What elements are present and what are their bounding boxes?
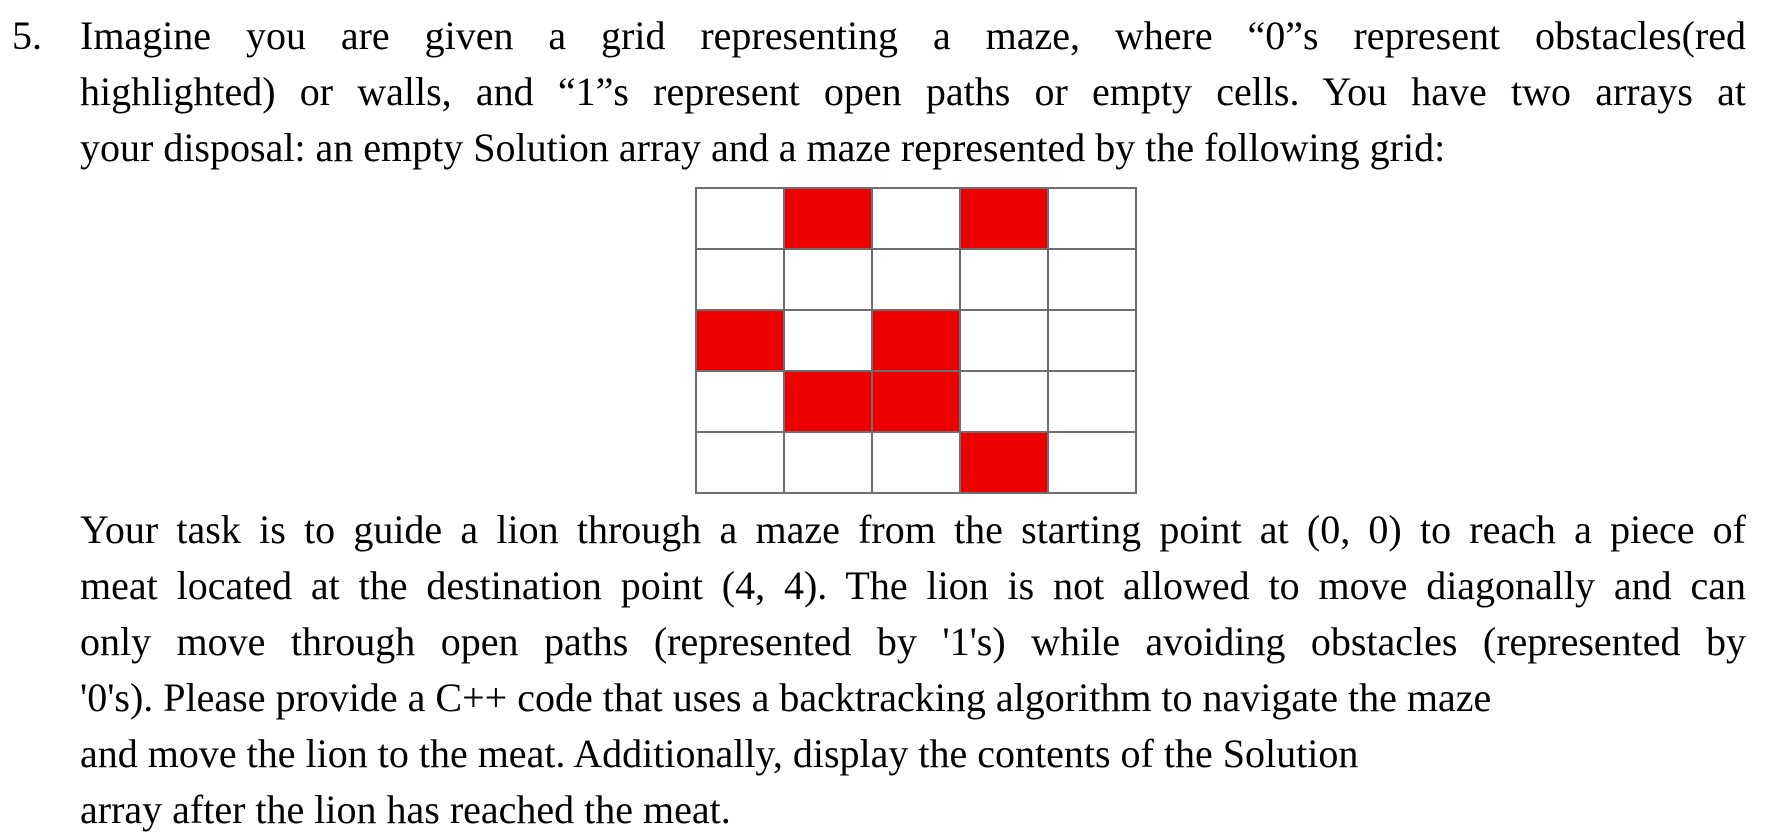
maze-wall-cell bbox=[871, 370, 961, 433]
maze-wall-cell bbox=[959, 431, 1049, 494]
maze-open-cell bbox=[783, 309, 873, 372]
maze-open-cell bbox=[1047, 431, 1137, 494]
task-line: '0's). Please provide a C++ code that us… bbox=[80, 675, 1492, 720]
maze-row bbox=[695, 309, 1137, 372]
question-5: 5. Imagine you are given a grid represen… bbox=[0, 0, 1774, 838]
intro-line: your disposal: an empty Solution array a… bbox=[80, 125, 1446, 170]
task-line: Your task is to guide a lion through a m… bbox=[80, 507, 1746, 552]
maze-wall-cell bbox=[695, 309, 785, 372]
maze-row bbox=[695, 370, 1137, 433]
task-line: array after the lion has reached the mea… bbox=[80, 787, 731, 832]
maze-wall-cell bbox=[783, 187, 873, 250]
maze-open-cell bbox=[695, 187, 785, 250]
maze-open-cell bbox=[783, 248, 873, 311]
intro-line: highlighted) or walls, and “1”s represen… bbox=[80, 69, 1746, 114]
maze-open-cell bbox=[695, 431, 785, 494]
maze-open-cell bbox=[695, 370, 785, 433]
task-line: only move through open paths (represente… bbox=[80, 619, 1746, 664]
maze-row bbox=[695, 248, 1137, 311]
question-number: 5. bbox=[12, 13, 42, 58]
task-paragraph: Your task is to guide a lion through a m… bbox=[80, 502, 1746, 838]
maze-wall-cell bbox=[783, 370, 873, 433]
maze-row bbox=[695, 431, 1137, 494]
task-line: and move the lion to the meat. Additiona… bbox=[80, 731, 1359, 776]
maze-open-cell bbox=[871, 187, 961, 250]
task-line: meat located at the destination point (4… bbox=[80, 563, 1746, 608]
maze-wall-cell bbox=[871, 309, 961, 372]
question-intro-paragraph: Imagine you are given a grid representin… bbox=[80, 8, 1746, 176]
maze-open-cell bbox=[1047, 309, 1137, 372]
maze-row bbox=[695, 187, 1137, 250]
maze-open-cell bbox=[871, 248, 961, 311]
maze-open-cell bbox=[1047, 370, 1137, 433]
maze-wall-cell bbox=[959, 187, 1049, 250]
intro-line: Imagine you are given a grid representin… bbox=[80, 13, 1746, 58]
maze-open-cell bbox=[1047, 248, 1137, 311]
maze-open-cell bbox=[959, 309, 1049, 372]
maze-open-cell bbox=[783, 431, 873, 494]
maze-open-cell bbox=[871, 431, 961, 494]
maze-open-cell bbox=[959, 248, 1049, 311]
maze-grid bbox=[695, 187, 1137, 494]
maze-open-cell bbox=[1047, 187, 1137, 250]
maze-open-cell bbox=[959, 370, 1049, 433]
maze-open-cell bbox=[695, 248, 785, 311]
